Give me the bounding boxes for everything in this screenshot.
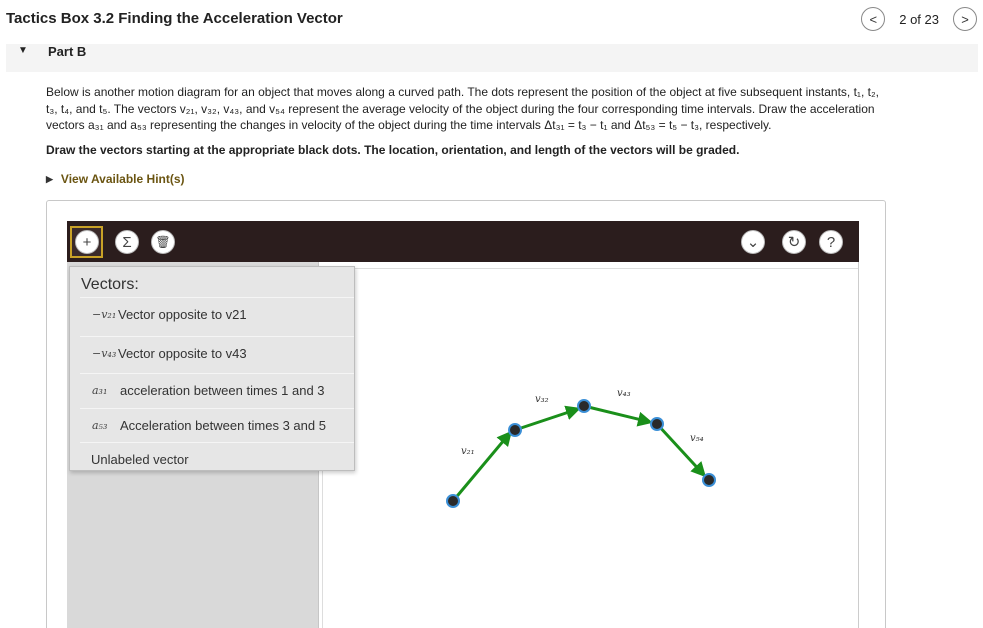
label-v54: v₅₄: [690, 433, 704, 444]
vector-symbol: −v₄₃: [92, 347, 117, 360]
position-dot-5[interactable]: [702, 473, 716, 487]
vector-option-label: Vector opposite to v43: [118, 346, 247, 361]
vector-option-label: acceleration between times 1 and 3: [120, 383, 325, 398]
vector-option-label: Vector opposite to v21: [118, 307, 247, 322]
label-v43: v₄₃: [617, 388, 631, 399]
velocity-arrow-v32: [514, 405, 581, 432]
vector-option-a31[interactable]: a₃₁ acceleration between times 1 and 3: [80, 373, 354, 407]
vector-symbol: −v₂₁: [92, 308, 117, 321]
velocity-arrow-v43: [583, 404, 653, 427]
vector-option-unlabeled[interactable]: Unlabeled vector: [80, 442, 354, 476]
position-dot-4[interactable]: [650, 417, 664, 431]
vector-option-opposite-v21[interactable]: −v₂₁ Vector opposite to v21: [80, 297, 354, 331]
vector-option-label: Unlabeled vector: [91, 452, 189, 467]
vector-symbol: a₅₃: [92, 419, 108, 432]
vector-option-label: Acceleration between times 3 and 5: [120, 418, 326, 433]
label-v32: v₃₂: [535, 394, 549, 405]
label-v21: v₂₁: [461, 446, 475, 457]
vector-menu: Vectors: −v₂₁ Vector opposite to v21 −v₄…: [69, 266, 355, 471]
velocity-arrow-v21: [451, 430, 512, 502]
position-dot-2[interactable]: [508, 423, 522, 437]
position-dot-1[interactable]: [446, 494, 460, 508]
vector-option-a53[interactable]: a₅₃ Acceleration between times 3 and 5: [80, 408, 354, 442]
position-dot-3[interactable]: [577, 399, 591, 413]
vector-symbol: a₃₁: [92, 384, 108, 397]
vector-option-opposite-v43[interactable]: −v₄₃ Vector opposite to v43: [80, 336, 354, 370]
vector-menu-title: Vectors:: [81, 276, 139, 293]
velocity-arrow-v54: [655, 422, 707, 478]
